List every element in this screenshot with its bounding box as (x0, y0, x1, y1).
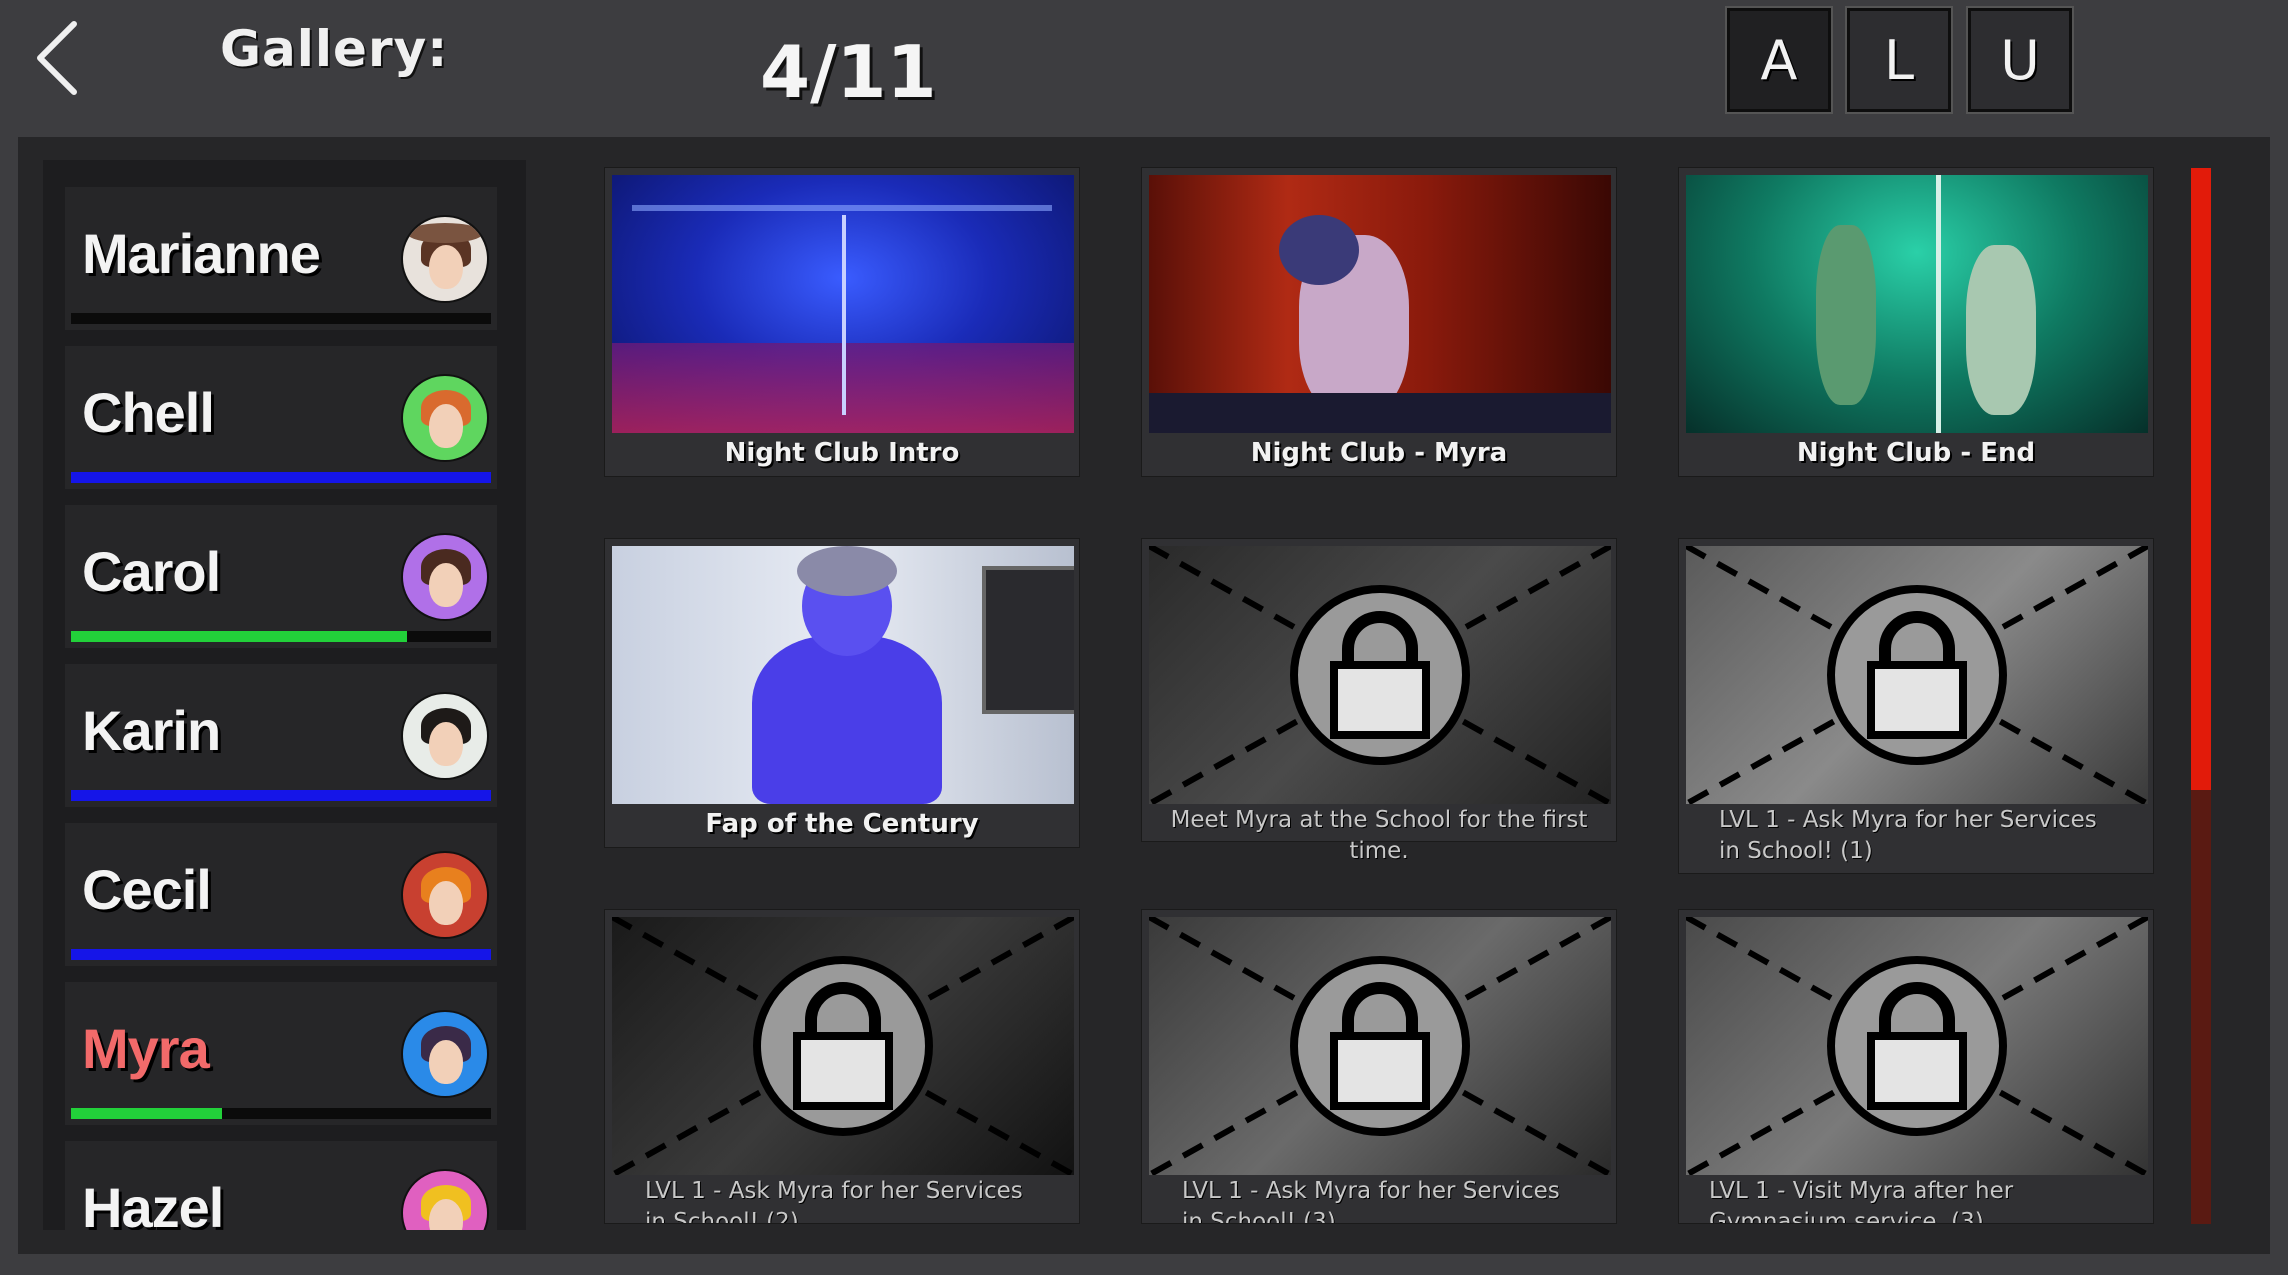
blonde-avatar (403, 1171, 487, 1230)
character-name: Carol (82, 540, 221, 603)
character-list[interactable]: Marianne Chell Carol Karin Cecil Myra Ha… (43, 160, 526, 1230)
gallery-tile-locked[interactable]: Meet Myra at the School for the first ti… (1141, 538, 1617, 864)
scene-thumbnail (1686, 546, 2148, 804)
dark-hair-avatar (403, 694, 487, 778)
scene-thumbnail (1686, 175, 2148, 433)
gallery-tile-locked[interactable]: LVL 1 - Visit Myra after her Gymnasium s… (1678, 909, 2154, 1224)
character-card-carol[interactable]: Carol (65, 505, 497, 648)
witch-avatar (403, 853, 487, 937)
character-name: Marianne (82, 222, 321, 285)
sort-all-button[interactable]: A (1725, 6, 1833, 114)
lock-icon (753, 956, 933, 1136)
scene-thumbnail (612, 546, 1074, 804)
tile-description: LVL 1 - Ask Myra for her Services in Sch… (1182, 1178, 1560, 1224)
lock-icon (1290, 956, 1470, 1136)
brunette-avatar (403, 535, 487, 619)
tile-caption: Fap of the Century (705, 809, 979, 839)
cowgirl-avatar (403, 217, 487, 301)
character-card-hazel[interactable]: Hazel (65, 1141, 497, 1230)
character-name: Cecil (82, 858, 212, 921)
catgirl-avatar (403, 1012, 487, 1096)
scene-thumbnail (612, 175, 1074, 433)
character-card-chell[interactable]: Chell (65, 346, 497, 489)
back-button[interactable] (30, 18, 90, 98)
scene-thumbnail (1149, 175, 1611, 433)
lock-icon (1827, 956, 2007, 1136)
tile-description: LVL 1 - Visit Myra after her Gymnasium s… (1709, 1178, 2014, 1224)
character-name: Karin (82, 699, 221, 762)
gallery-tile[interactable]: Night Club - End (1678, 167, 2154, 477)
sort-unlocked-button[interactable]: U (1966, 6, 2074, 114)
tile-description: LVL 1 - Ask Myra for her Services in Sch… (1719, 807, 2097, 864)
progress-bar (71, 1108, 491, 1119)
progress-bar (71, 472, 491, 483)
gallery-tile[interactable]: Night Club Intro (604, 167, 1080, 477)
lock-icon (1290, 585, 1470, 765)
gallery-tile-locked[interactable]: LVL 1 - Ask Myra for her Services in Sch… (1678, 538, 2154, 874)
progress-bar (71, 790, 491, 801)
gallery-tile-locked[interactable]: LVL 1 - Ask Myra for her Services in Sch… (1141, 909, 1617, 1224)
character-card-myra[interactable]: Myra (65, 982, 497, 1125)
scene-thumbnail (612, 917, 1074, 1175)
gallery-tile-locked[interactable]: LVL 1 - Ask Myra for her Services in Sch… (604, 909, 1080, 1224)
gallery-tile[interactable]: Night Club - Myra (1141, 167, 1617, 477)
character-card-cecil[interactable]: Cecil (65, 823, 497, 966)
character-name: Hazel (82, 1176, 224, 1230)
sort-locked-button[interactable]: L (1845, 6, 1953, 114)
scene-thumbnail (1149, 546, 1611, 804)
character-card-marianne[interactable]: Marianne (65, 187, 497, 330)
scene-thumbnail (1149, 917, 1611, 1175)
progress-bar (71, 631, 491, 642)
progress-bar (71, 313, 491, 324)
character-name: Chell (82, 381, 215, 444)
character-name: Myra (82, 1017, 210, 1080)
gallery-tile[interactable]: Fap of the Century (604, 538, 1080, 848)
tile-description: Meet Myra at the School for the first ti… (1170, 807, 1588, 864)
tile-caption: Night Club - End (1796, 438, 2036, 468)
character-card-karin[interactable]: Karin (65, 664, 497, 807)
chevron-left-icon (37, 21, 77, 95)
tile-description: LVL 1 - Ask Myra for her Services in Sch… (645, 1178, 1023, 1224)
progress-bar (71, 949, 491, 960)
scrollbar-thumb[interactable] (2191, 168, 2211, 790)
page-title: Gallery: (220, 20, 449, 78)
redhead-avatar (403, 376, 487, 460)
lock-icon (1827, 585, 2007, 765)
unlock-counter: 4/11 (760, 30, 937, 114)
tile-caption: Night Club Intro (724, 438, 960, 468)
tile-caption: Night Club - Myra (1250, 438, 1508, 468)
scene-thumbnail (1686, 917, 2148, 1175)
